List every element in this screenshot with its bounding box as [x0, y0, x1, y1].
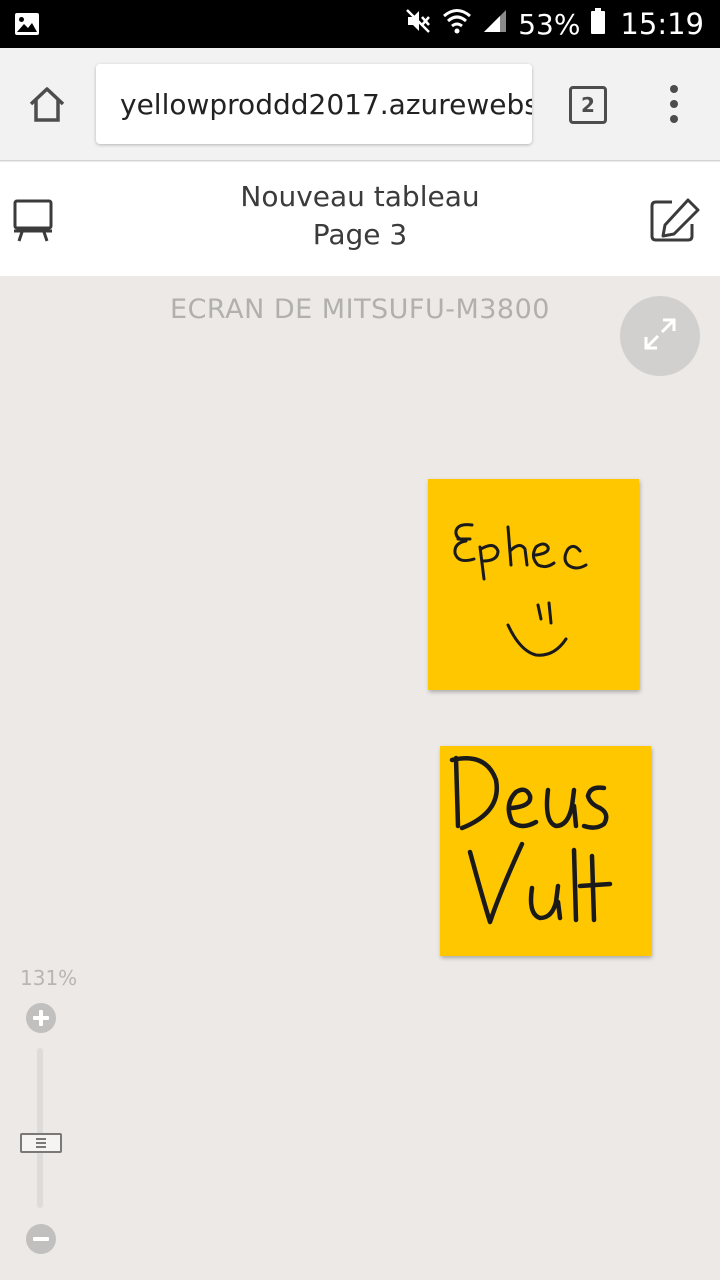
zoom-slider-handle[interactable] [20, 1133, 62, 1153]
app-header: Nouveau tableau Page 3 [0, 162, 720, 276]
page-title: Nouveau tableau Page 3 [0, 178, 720, 254]
zoom-slider-track[interactable] [37, 1048, 43, 1208]
tab-count: 2 [581, 93, 595, 117]
url-text: yellowproddd2017.azurewebsites.net [120, 87, 532, 121]
screen-label: ECRAN DE MITSUFU-M3800 [170, 294, 550, 325]
signal-icon [482, 7, 508, 41]
mute-icon [404, 7, 432, 42]
zoom-level: 131% [20, 966, 78, 990]
edit-icon[interactable] [648, 196, 702, 244]
url-bar[interactable]: yellowproddd2017.azurewebsites.net [96, 64, 532, 144]
browser-toolbar: yellowproddd2017.azurewebsites.net 2 [0, 48, 720, 161]
zoom-in-button[interactable] [26, 1003, 56, 1033]
fullscreen-button[interactable] [620, 296, 700, 376]
page-number: Page 3 [312, 218, 408, 251]
more-vert-icon[interactable] [664, 84, 684, 124]
whiteboard-canvas[interactable]: ECRAN DE MITSUFU-M3800 131% [0, 276, 720, 1280]
handwriting-ephec [453, 523, 588, 657]
status-bar: 53% 15:19 [0, 0, 720, 48]
home-icon[interactable] [26, 84, 68, 126]
wifi-icon [442, 7, 472, 42]
battery-percent: 53% [518, 7, 581, 41]
image-notification-icon [14, 12, 40, 40]
handwriting-deus-vult [449, 755, 613, 925]
zoom-out-button[interactable] [26, 1224, 56, 1254]
battery-icon [590, 7, 606, 42]
sticky-note-ephec[interactable] [428, 479, 639, 690]
clock: 15:19 [620, 7, 704, 41]
tab-switcher-button[interactable]: 2 [569, 86, 607, 124]
sticky-note-deus-vult[interactable] [440, 746, 651, 956]
expand-icon [642, 316, 678, 356]
board-title: Nouveau tableau [240, 180, 480, 213]
